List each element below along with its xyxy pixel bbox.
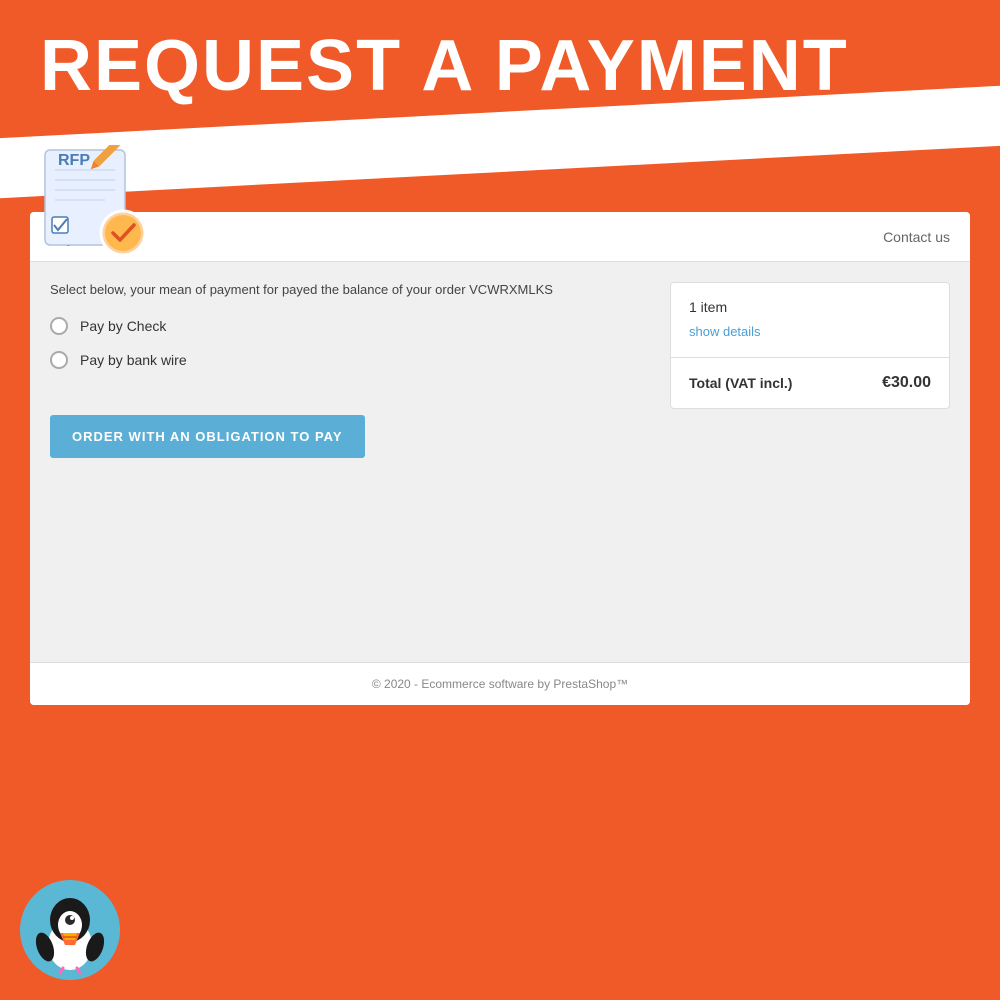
main-title: REQUEST A PAYMENT [40,30,960,102]
puffin-logo [20,880,120,980]
content-wrapper: my store Contact us Select below, your m… [0,212,1000,735]
radio-pay-check[interactable] [50,317,68,335]
order-summary: 1 item show details Total (VAT incl.) €3… [670,282,950,642]
payment-instruction: Select below, your mean of payment for p… [50,282,650,297]
contact-link[interactable]: Contact us [883,229,950,245]
show-details-link[interactable]: show details [689,324,761,339]
store-footer: © 2020 - Ecommerce software by PrestaSho… [30,662,970,705]
total-label: Total (VAT incl.) [689,375,792,391]
pay-check-label: Pay by Check [80,318,166,334]
store-body: Select below, your mean of payment for p… [30,262,970,662]
payment-option-check: Pay by Check [50,317,650,335]
header-section: REQUEST A PAYMENT [0,0,1000,102]
order-button[interactable]: ORDER WITH AN OBLIGATION TO PAY [50,415,365,458]
total-amount: €30.00 [882,374,931,392]
payment-option-bankwire: Pay by bank wire [50,351,650,369]
payment-section: Select below, your mean of payment for p… [50,282,650,642]
pay-bank-wire-label: Pay by bank wire [80,352,187,368]
summary-total: Total (VAT incl.) €30.00 [671,358,949,408]
radio-pay-bank-wire[interactable] [50,351,68,369]
store-header: my store Contact us [30,212,970,262]
rfp-icon: RFP [30,145,160,270]
item-count: 1 item [689,299,931,315]
svg-text:RFP: RFP [58,152,90,169]
summary-top: 1 item show details [671,283,949,358]
footer-text: © 2020 - Ecommerce software by PrestaSho… [50,677,950,691]
store-card: my store Contact us Select below, your m… [30,212,970,705]
summary-card: 1 item show details Total (VAT incl.) €3… [670,282,950,409]
